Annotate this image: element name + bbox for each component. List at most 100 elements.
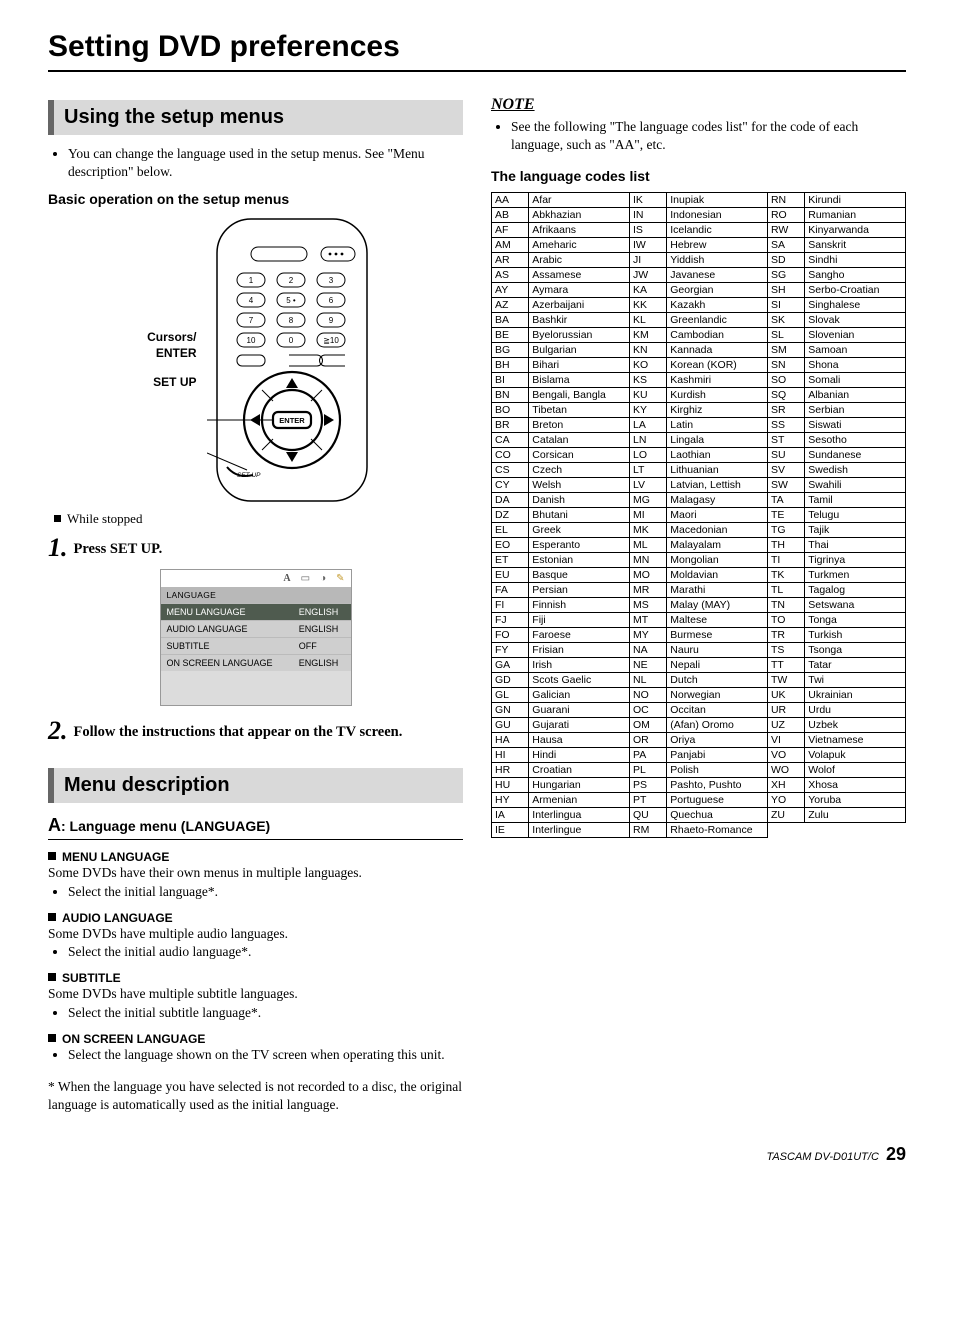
name-cell: Lingala [667,433,768,448]
code-cell: QU [629,808,666,823]
name-cell: Vietnamese [805,733,906,748]
name-cell: Korean (KOR) [667,358,768,373]
name-cell: Lithuanian [667,463,768,478]
code-cell: KO [629,358,666,373]
name-cell: Turkmen [805,568,906,583]
code-cell: LV [629,478,666,493]
name-cell: Latin [667,418,768,433]
code-cell: BN [492,388,529,403]
remote-svg: 1 2 3 4 5 • 6 7 8 9 10 0 ≧10 [207,215,377,505]
name-cell: Tibetan [529,403,630,418]
name-cell: Aymara [529,283,630,298]
code-cell: BO [492,403,529,418]
table-row: AZAzerbaijaniKKKazakhSISinghalese [492,298,906,313]
code-cell: HA [492,733,529,748]
name-cell: Bhutani [529,508,630,523]
name-cell: Finnish [529,598,630,613]
table-row: BGBulgarianKNKannadaSMSamoan [492,343,906,358]
code-cell: IE [492,823,529,838]
table-row: ARArabicJIYiddishSDSindhi [492,253,906,268]
table-row: FAPersianMRMarathiTLTagalog [492,583,906,598]
code-cell [767,823,804,838]
table-row: CYWelshLVLatvian, LettishSWSwahili [492,478,906,493]
name-cell: Marathi [667,583,768,598]
step-2: 2. Follow the instructions that appear o… [48,716,463,746]
code-cell: SK [767,313,804,328]
language-codes-title: The language codes list [491,168,906,184]
name-cell: Urdu [805,703,906,718]
name-cell: Greek [529,523,630,538]
table-row: ABAbkhazianINIndonesianRORumanian [492,208,906,223]
menu-item-desc: Some DVDs have multiple audio languages. [48,925,463,943]
code-cell: VI [767,733,804,748]
name-cell [805,823,906,838]
code-cell: MN [629,553,666,568]
note-heading: NOTE [491,96,906,114]
code-cell: NE [629,658,666,673]
svg-text:6: 6 [328,296,333,305]
table-row: DADanishMGMalagasyTATamil [492,493,906,508]
code-cell: SI [767,298,804,313]
code-cell: VO [767,748,804,763]
name-cell: Byelorussian [529,328,630,343]
name-cell: Tatar [805,658,906,673]
table-row: CSCzechLTLithuanianSVSwedish [492,463,906,478]
name-cell: Bulgarian [529,343,630,358]
code-cell: SH [767,283,804,298]
code-cell: BG [492,343,529,358]
name-cell: Thai [805,538,906,553]
osd-tab-icons: A ▭ ◑ ✎ [161,570,351,587]
code-cell: JI [629,253,666,268]
video-tab-icon: ▭ [301,573,310,584]
table-row: BOTibetanKYKirghizSRSerbian [492,403,906,418]
code-cell: CO [492,448,529,463]
name-cell: Nepali [667,658,768,673]
menu-item-heading: ON SCREEN LANGUAGE [48,1032,463,1046]
name-cell: Dutch [667,673,768,688]
code-cell: IA [492,808,529,823]
name-cell: Somali [805,373,906,388]
code-cell: CS [492,463,529,478]
name-cell: Panjabi [667,748,768,763]
code-cell: BA [492,313,529,328]
name-cell: Portuguese [667,793,768,808]
table-row: CACatalanLNLingalaSTSesotho [492,433,906,448]
name-cell: Malayalam [667,538,768,553]
code-cell: BE [492,328,529,343]
code-cell: ET [492,553,529,568]
name-cell: Czech [529,463,630,478]
table-row: AFAfrikaansISIcelandicRWKinyarwanda [492,223,906,238]
osd-label: ON SCREEN LANGUAGE [161,655,293,672]
code-cell: GU [492,718,529,733]
table-row: BNBengali, BanglaKUKurdishSQAlbanian [492,388,906,403]
code-cell: UZ [767,718,804,733]
table-row: BHBihariKOKorean (KOR)SNShona [492,358,906,373]
table-row: COCorsicanLOLaothianSUSundanese [492,448,906,463]
code-cell: ZU [767,808,804,823]
name-cell: Tamil [805,493,906,508]
name-cell: Rumanian [805,208,906,223]
name-cell: (Afan) Oromo [667,718,768,733]
code-cell: KK [629,298,666,313]
code-cell: GD [492,673,529,688]
setup-note: You can change the language used in the … [68,145,463,181]
code-cell: ML [629,538,666,553]
language-menu-icon: A [48,815,61,835]
table-row: EUBasqueMOMoldavianTKTurkmen [492,568,906,583]
name-cell: Azerbaijani [529,298,630,313]
code-cell: SO [767,373,804,388]
code-cell: SM [767,343,804,358]
osd-row: ON SCREEN LANGUAGEENGLISH [161,655,351,672]
name-cell: Turkish [805,628,906,643]
table-row: AYAymaraKAGeorgianSHSerbo-Croatian [492,283,906,298]
name-cell: Afrikaans [529,223,630,238]
name-cell: Welsh [529,478,630,493]
step-1: 1. Press SET UP. [48,533,463,563]
name-cell: Frisian [529,643,630,658]
code-cell: ST [767,433,804,448]
section-using-setup-menus: Using the setup menus [48,100,463,135]
code-cell: GN [492,703,529,718]
osd-menu: LANGUAGE MENU LANGUAGEENGLISHAUDIO LANGU… [161,587,351,671]
name-cell: Afar [529,193,630,208]
name-cell: Kurdish [667,388,768,403]
